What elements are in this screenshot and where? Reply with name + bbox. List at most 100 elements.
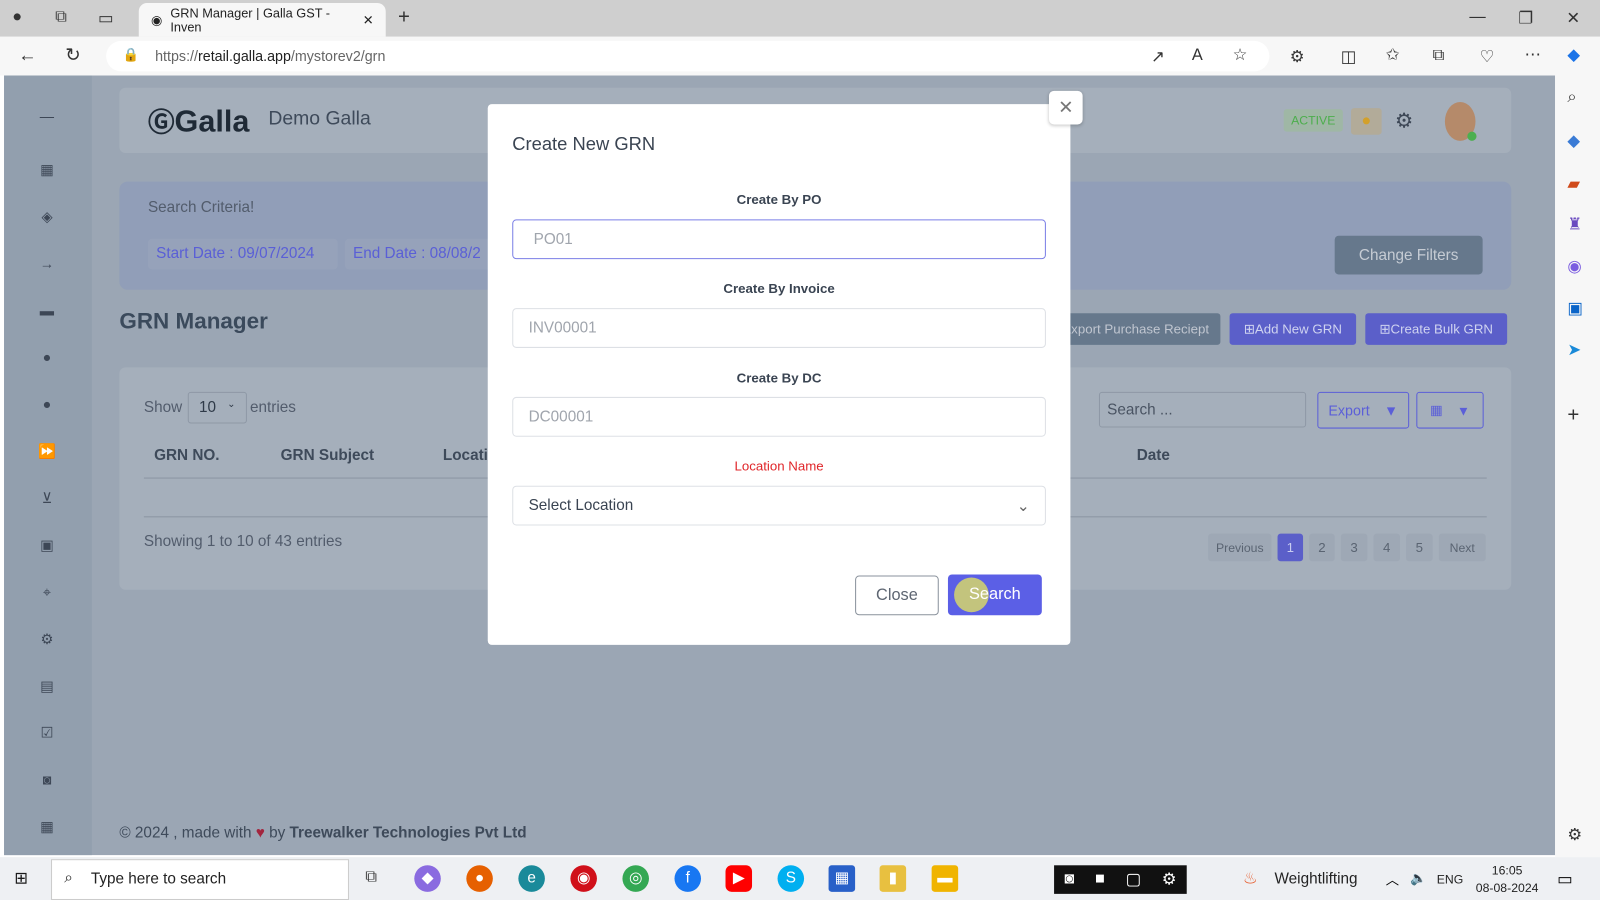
send-icon[interactable]: ➤	[1567, 340, 1581, 360]
user-circle-icon[interactable]: ●	[37, 396, 57, 412]
ticket-icon[interactable]: ▬	[37, 302, 57, 318]
column-header-date[interactable]: Date	[1137, 447, 1170, 464]
table-search-input[interactable]: Search ...	[1098, 391, 1307, 428]
refresh-icon[interactable]: ↻	[65, 45, 80, 66]
favorites-icon[interactable]: ✩	[1386, 45, 1400, 65]
location-select[interactable]: Select Location ⌄	[512, 485, 1046, 526]
previous-page-button[interactable]: Previous	[1208, 533, 1272, 562]
sidebar-settings-icon[interactable]: ⚙	[1567, 824, 1582, 844]
copilot-app-icon[interactable]: ◆	[414, 865, 441, 892]
record-icon[interactable]: ◉	[570, 865, 597, 892]
profile-icon[interactable]: ●	[12, 8, 22, 26]
company-link[interactable]: Treewalker Technologies Pvt Ltd	[290, 824, 527, 841]
entries-select[interactable]: 10 ⌄	[187, 391, 247, 424]
next-page-button[interactable]: Next	[1438, 533, 1486, 562]
office-icon[interactable]: ◉	[1567, 256, 1581, 276]
toolbox-icon[interactable]: ▰	[1567, 173, 1580, 193]
contacts-icon[interactable]: ▣	[37, 537, 57, 553]
open-app-icon[interactable]: ↗	[1151, 47, 1165, 67]
gear-icon[interactable]: ⚙	[1395, 108, 1413, 134]
page-2-button[interactable]: 2	[1309, 533, 1335, 562]
capture-toolbar[interactable]: ◙ ■ ▢ ⚙	[1054, 865, 1187, 894]
calendar-icon[interactable]: ▦	[37, 818, 57, 834]
minimize-icon[interactable]: —	[1469, 8, 1485, 26]
browser-essentials-icon[interactable]: ♡	[1480, 47, 1495, 67]
workspaces-icon[interactable]: ⧉	[55, 8, 67, 26]
forward-icon[interactable]: ⏩	[37, 443, 57, 459]
checkbox-icon[interactable]: ☑	[37, 724, 57, 740]
basket-icon[interactable]: ⊻	[37, 490, 57, 506]
windows-start-icon[interactable]: ⊞	[14, 868, 28, 888]
edge-icon[interactable]: e	[518, 865, 545, 892]
tray-chevron-icon[interactable]: ︿	[1386, 869, 1399, 888]
change-filters-button[interactable]: Change Filters	[1334, 235, 1483, 275]
column-toggle-dropdown[interactable]: ▦ ▼	[1416, 391, 1484, 429]
close-button[interactable]: Close	[855, 575, 939, 616]
page-3-button[interactable]: 3	[1340, 533, 1368, 562]
games-icon[interactable]: ♜	[1567, 214, 1582, 234]
tab-actions-icon[interactable]: ▭	[98, 8, 113, 28]
tag-icon[interactable]: ◆	[1567, 131, 1580, 151]
po-input[interactable]: PO01	[512, 219, 1046, 260]
file-explorer-icon[interactable]: ▬	[931, 865, 959, 892]
export-dropdown[interactable]: Export ▼	[1317, 391, 1410, 429]
add-new-grn-button[interactable]: ⊞ Add New GRN	[1229, 313, 1357, 345]
user-icon[interactable]: ●	[37, 349, 57, 365]
restore-icon[interactable]: ❐	[1518, 8, 1533, 28]
menu-icon[interactable]: —	[37, 108, 57, 124]
new-tab-icon[interactable]: +	[398, 6, 410, 29]
invoice-input[interactable]: INV00001	[512, 308, 1046, 348]
modal-close-icon[interactable]: ✕	[1048, 90, 1083, 125]
dashboard-icon[interactable]: ▦	[37, 161, 57, 177]
close-tab-icon[interactable]: ✕	[363, 12, 386, 27]
browser-tab[interactable]: ◉ GRN Manager | Galla GST - Inven ✕	[138, 3, 386, 37]
lock-icon[interactable]: 🔒	[122, 47, 139, 63]
more-icon[interactable]: ⋯	[1524, 45, 1540, 65]
task-view-icon[interactable]: ⧉	[365, 868, 377, 886]
search-button[interactable]: Search	[947, 574, 1042, 616]
alert-icon[interactable]: ●	[1351, 108, 1382, 135]
page-5-button[interactable]: 5	[1406, 533, 1433, 562]
split-screen-icon[interactable]: ◫	[1341, 47, 1356, 67]
store-icon[interactable]: ▦	[828, 865, 856, 892]
dc-input[interactable]: DC00001	[512, 396, 1046, 437]
clock[interactable]: 16:05 08-08-2024	[1475, 862, 1539, 897]
language-indicator[interactable]: ENG	[1437, 872, 1464, 886]
outlook-icon[interactable]: ▣	[1567, 298, 1582, 318]
read-aloud-icon[interactable]: A	[1192, 47, 1203, 65]
search-icon[interactable]: ⌕	[1567, 89, 1576, 107]
collections-icon[interactable]: ⧉	[1433, 47, 1445, 65]
chrome-icon[interactable]: ◎	[622, 865, 649, 892]
taskbar-search[interactable]: ⌕ Type here to search	[51, 859, 349, 900]
favorite-icon[interactable]: ☆	[1233, 45, 1248, 65]
firefox-icon[interactable]: ●	[466, 865, 493, 892]
back-icon[interactable]: ←	[18, 45, 36, 66]
extensions-icon[interactable]: ⚙	[1290, 47, 1305, 67]
copilot-icon[interactable]: ◆	[1567, 45, 1580, 65]
camera-icon[interactable]: ◙	[37, 771, 57, 787]
create-bulk-grn-button[interactable]: ⊞ Create Bulk GRN	[1365, 313, 1508, 345]
notifications-icon[interactable]: ▭	[1557, 869, 1572, 889]
location-icon[interactable]: ⌖	[37, 584, 57, 600]
volume-icon[interactable]: 🔈	[1410, 870, 1427, 886]
close-window-icon[interactable]: ✕	[1566, 8, 1580, 28]
arrow-right-icon[interactable]: →	[37, 255, 57, 271]
youtube-icon[interactable]: ▶	[725, 865, 753, 892]
weather-text[interactable]: Weightlifting	[1274, 870, 1357, 887]
column-header-grn-subject[interactable]: GRN Subject	[281, 447, 375, 464]
export-purchase-receipt-button[interactable]: Export Purchase Reciept	[1051, 313, 1221, 345]
galla-logo[interactable]: ⒼGalla	[148, 102, 249, 140]
page-4-button[interactable]: 4	[1373, 533, 1400, 562]
heart-icon: ♥	[255, 824, 265, 842]
facebook-icon[interactable]: f	[674, 865, 702, 892]
app-icon[interactable]: ▮	[879, 865, 907, 892]
add-icon[interactable]: +	[1567, 404, 1579, 427]
column-header-location[interactable]: Locati	[443, 447, 488, 464]
page-1-button[interactable]: 1	[1277, 533, 1304, 562]
skype-icon[interactable]: S	[777, 865, 805, 892]
url-input[interactable]: https://retail.galla.app/mystorev2/grn	[106, 40, 1270, 72]
report-icon[interactable]: ▤	[37, 678, 57, 694]
column-header-grn-no[interactable]: GRN NO.	[154, 447, 219, 464]
settings-icon[interactable]: ⚙	[37, 631, 57, 647]
box-icon[interactable]: ◈	[37, 208, 57, 224]
